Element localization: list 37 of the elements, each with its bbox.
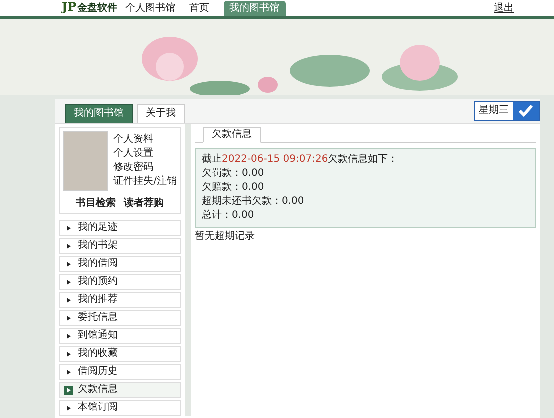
nav-tab[interactable]: 我的图书馆 <box>224 1 286 16</box>
info-line: 超期未还书欠款：0.00 <box>202 195 306 209</box>
note-text: 暂无超期记录 <box>195 231 256 243</box>
menu-item[interactable]: 我的足迹 <box>59 220 181 236</box>
action-link[interactable]: 书目检索 <box>76 197 116 210</box>
check-icon <box>519 105 533 117</box>
menu-item[interactable]: 到馆通知 <box>59 328 181 344</box>
photo-placeholder <box>63 131 108 191</box>
menu-item[interactable]: 本馆订阅 <box>59 400 181 416</box>
tab[interactable]: 关于我 <box>137 104 185 123</box>
site-title: 个人图书馆 <box>126 2 176 16</box>
content-tab[interactable]: 欠款信息 <box>203 127 261 143</box>
profile-link[interactable]: 证件挂失/注销 <box>114 176 177 188</box>
calendar-weekday: 星期三 <box>475 102 513 120</box>
profile-link[interactable]: 个人资料 <box>114 134 177 146</box>
menu-item[interactable]: 欠款信息 <box>59 382 181 398</box>
confirm-button[interactable] <box>513 102 539 120</box>
summary-text: 截止2022-06-15 09:07:26欠款信息如下： <box>202 153 400 167</box>
menu-item[interactable]: 我的预约 <box>59 274 181 290</box>
menu-item[interactable]: 我的借阅 <box>59 256 181 272</box>
tab[interactable]: 我的图书馆 <box>65 104 133 123</box>
menu-item[interactable]: 借阅历史 <box>59 364 181 380</box>
profile-link[interactable]: 修改密码 <box>114 162 177 174</box>
info-line: 欠赔款：0.00 <box>202 181 266 195</box>
menu-item[interactable]: 委托信息 <box>59 310 181 326</box>
play-icon <box>64 404 73 412</box>
menu-item[interactable]: 我的收藏 <box>59 346 181 362</box>
menu-item[interactable]: 我的书架 <box>59 238 181 254</box>
info-line: 总计：0.00 <box>202 209 256 223</box>
action-link[interactable]: 读者荐购 <box>124 197 164 210</box>
logout-link[interactable]: 退出 <box>494 1 514 16</box>
info-line: 欠罚款：0.00 <box>202 167 266 181</box>
nav-tab[interactable]: 首页 <box>184 1 216 16</box>
play-icon <box>64 386 73 394</box>
logo: JP金盘软件 <box>62 0 118 16</box>
profile-link[interactable]: 个人设置 <box>114 148 177 160</box>
menu-item[interactable]: 我的推荐 <box>59 292 181 308</box>
